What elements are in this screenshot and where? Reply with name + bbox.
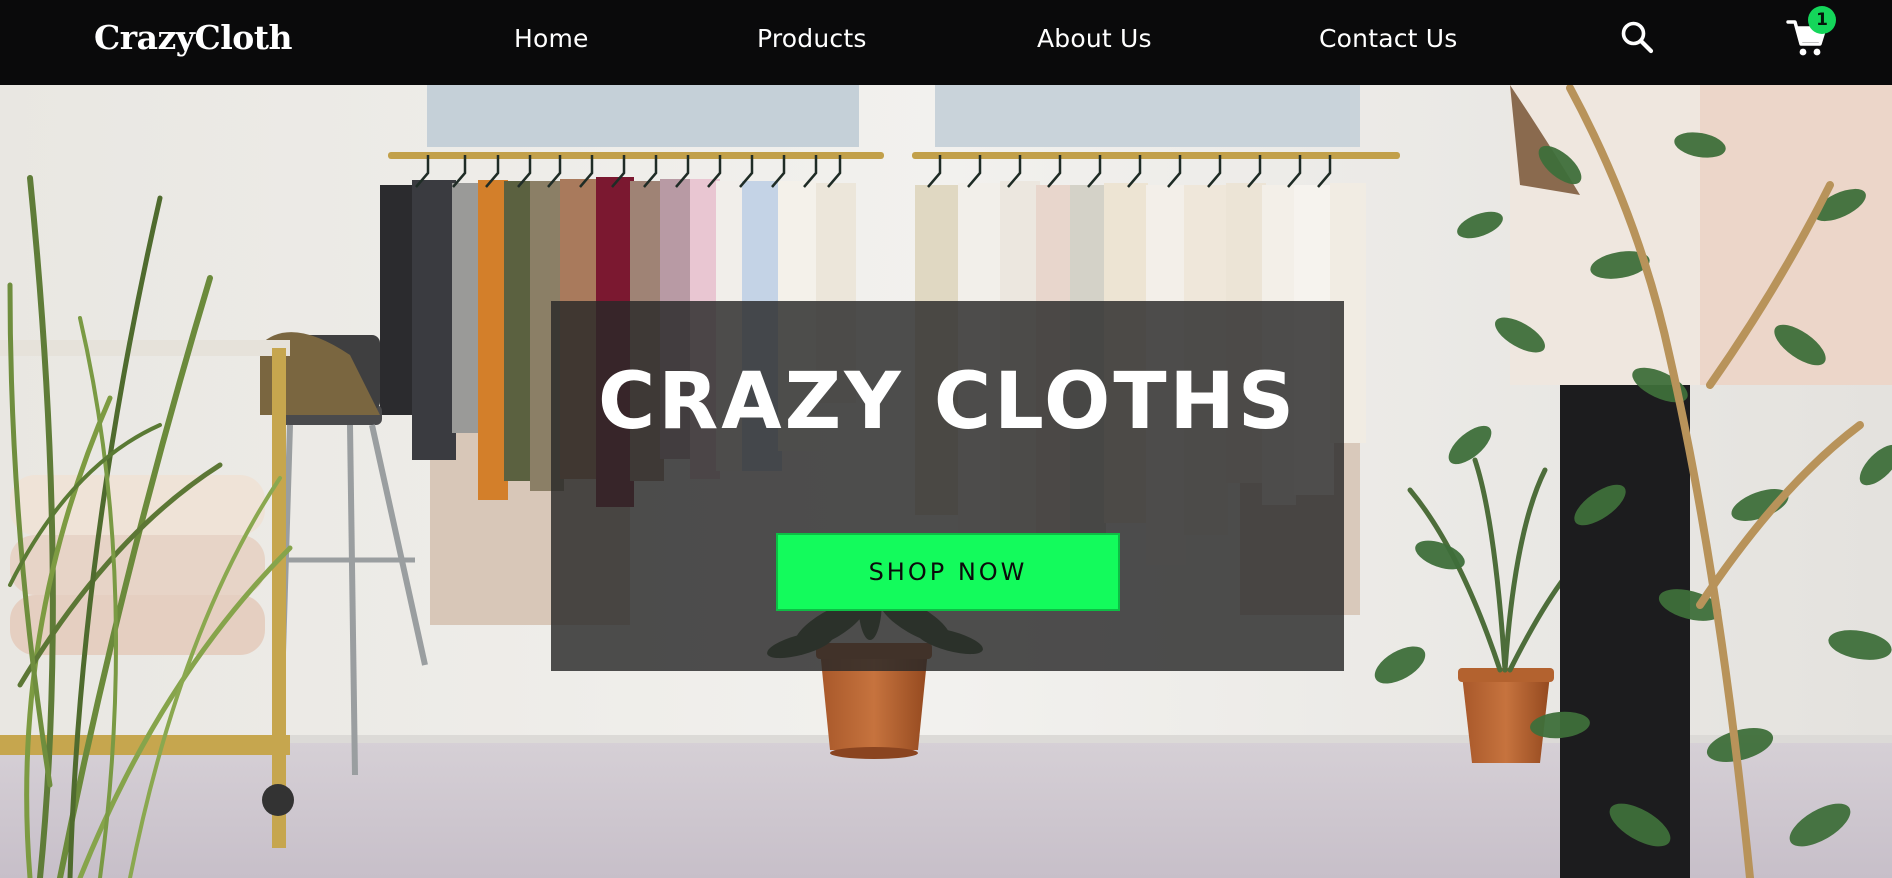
search-button[interactable] — [1620, 20, 1654, 54]
search-icon — [1621, 21, 1654, 54]
shop-now-button[interactable]: SHOP NOW — [776, 533, 1120, 611]
hero-overlay-panel: CRAZY CLOTHS SHOP NOW — [551, 301, 1344, 671]
brand-logo[interactable]: CrazyCloth — [94, 18, 293, 57]
cart-count-badge: 1 — [1808, 6, 1836, 34]
hero-banner: CRAZY CLOTHS SHOP NOW — [0, 85, 1892, 878]
nav-link-products[interactable]: Products — [757, 24, 867, 53]
nav-link-contact-us[interactable]: Contact Us — [1319, 24, 1458, 53]
nav-link-about-us[interactable]: About Us — [1037, 24, 1152, 53]
navbar: CrazyCloth Home Products About Us Contac… — [0, 0, 1892, 85]
hero-title: CRAZY CLOTHS — [598, 357, 1297, 447]
nav-link-home[interactable]: Home — [514, 24, 589, 53]
